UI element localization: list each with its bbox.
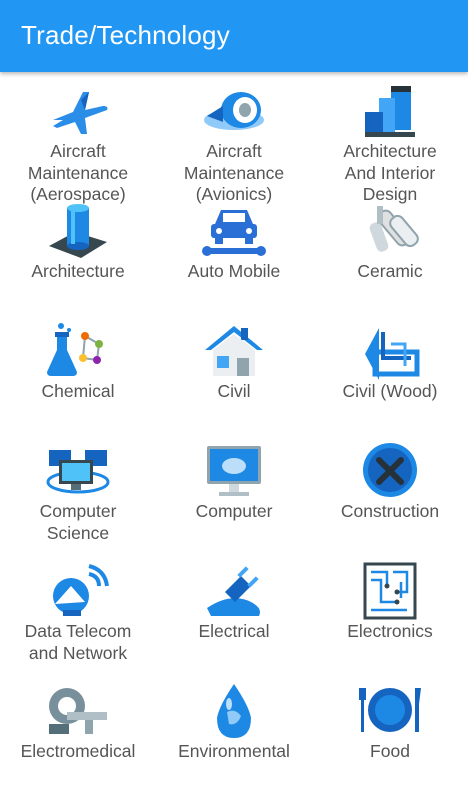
tile-label: Electrical — [198, 621, 270, 641]
tile-label: Civil — [217, 381, 251, 401]
tile-label: Architecture — [31, 261, 125, 281]
tile-label: Construction — [340, 501, 440, 521]
plate-cutlery-icon — [357, 682, 423, 740]
tile-label: Computer Science — [39, 501, 117, 543]
tower-icon — [45, 202, 111, 260]
tile-data-telecom-network[interactable]: Data Telecom and Network — [0, 558, 156, 678]
tile-computer[interactable]: Computer — [156, 438, 312, 558]
jet-engine-icon — [201, 82, 267, 140]
tile-electromedical[interactable]: Electromedical — [0, 678, 156, 798]
tile-aircraft-maintenance-aerospace[interactable]: Aircraft Maintenance (Aerospace) — [0, 78, 156, 204]
tools-circle-icon — [357, 442, 423, 500]
networked-computers-icon — [45, 442, 111, 500]
tile-label: Electronics — [347, 621, 433, 641]
airplane-icon — [45, 82, 111, 140]
tile-environmental[interactable]: Environmental — [156, 678, 312, 798]
tile-ceramic[interactable]: Ceramic — [312, 198, 468, 318]
tile-computer-science[interactable]: Computer Science — [0, 438, 156, 558]
tile-electrical[interactable]: Electrical — [156, 558, 312, 678]
tile-construction[interactable]: Construction — [312, 438, 468, 558]
tile-label: Food — [370, 741, 410, 761]
tile-label: Aircraft Maintenance (Aerospace) — [27, 141, 129, 204]
drafting-tools-icon — [357, 322, 423, 380]
app-bar: Trade/Technology — [0, 0, 468, 72]
tile-label: Electromedical — [20, 741, 136, 761]
tile-label: Civil (Wood) — [342, 381, 438, 401]
car-wrench-icon — [201, 202, 267, 260]
tile-electronics[interactable]: Electronics — [312, 558, 468, 678]
tile-food[interactable]: Food — [312, 678, 468, 798]
tile-civil[interactable]: Civil — [156, 318, 312, 438]
building-blocks-icon — [357, 82, 423, 140]
house-icon — [201, 322, 267, 380]
tile-aircraft-maintenance-avionics[interactable]: Aircraft Maintenance (Avionics) — [156, 78, 312, 204]
ceramic-rollers-icon — [357, 202, 423, 260]
tile-chemical[interactable]: Chemical — [0, 318, 156, 438]
flask-molecule-icon — [45, 322, 111, 380]
circuit-board-icon — [357, 562, 423, 620]
tile-architecture-interior-design[interactable]: Architecture And Interior Design — [312, 78, 468, 204]
page-title: Trade/Technology — [21, 20, 230, 50]
tile-label: Auto Mobile — [187, 261, 281, 281]
tile-auto-mobile[interactable]: Auto Mobile — [156, 198, 312, 318]
tile-civil-wood[interactable]: Civil (Wood) — [312, 318, 468, 438]
tile-label: Aircraft Maintenance (Avionics) — [183, 141, 285, 204]
tile-label: Architecture And Interior Design — [343, 141, 437, 204]
tile-label: Ceramic — [357, 261, 423, 281]
water-drop-globe-icon — [201, 682, 267, 740]
tile-architecture[interactable]: Architecture — [0, 198, 156, 318]
mri-scanner-icon — [45, 682, 111, 740]
tile-label: Chemical — [41, 381, 115, 401]
tile-label: Data Telecom and Network — [24, 621, 132, 663]
tile-label: Environmental — [178, 741, 290, 761]
satellite-dish-icon — [45, 562, 111, 620]
tile-label: Computer — [195, 501, 273, 521]
monitor-icon — [201, 442, 267, 500]
trade-grid: Aircraft Maintenance (Aerospace) Aircraf… — [0, 78, 468, 800]
power-plug-icon — [201, 562, 267, 620]
